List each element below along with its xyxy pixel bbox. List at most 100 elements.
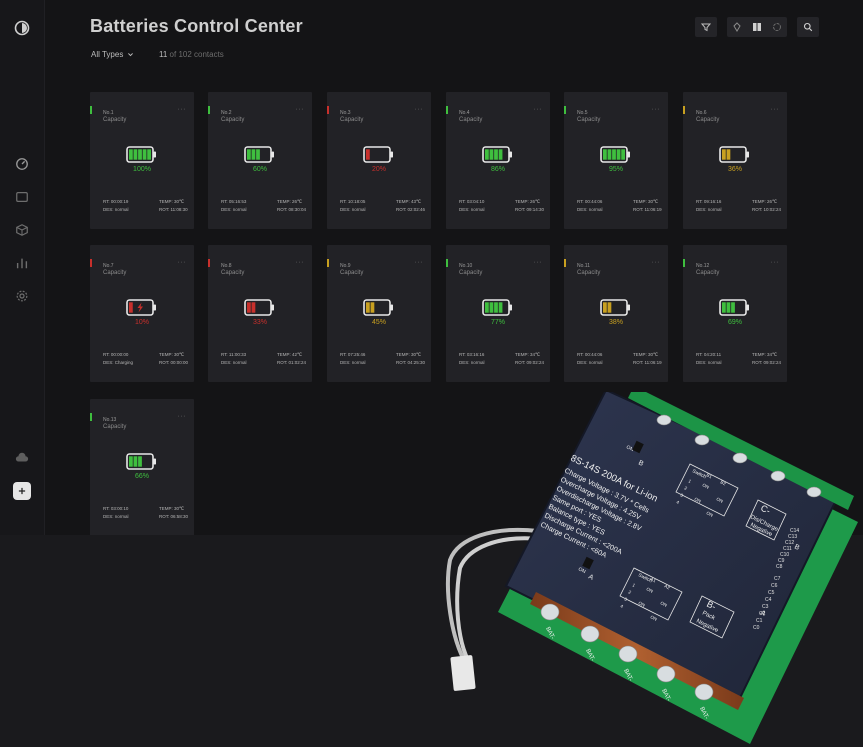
- battery-level-segment: [607, 302, 612, 313]
- filter-icon: [701, 23, 711, 32]
- status-accent: [327, 259, 329, 267]
- temperature-value: TEMP: 43℃: [396, 199, 422, 204]
- capacity-label: Capacity: [340, 117, 364, 123]
- filter-button[interactable]: [695, 17, 717, 37]
- status-row: DES: normal ROT: 04:25:30: [340, 360, 425, 365]
- search-icon: [803, 22, 813, 32]
- runtime-row: RT: 07:25:46 TEMP: 30℃: [340, 352, 421, 357]
- battery-card[interactable]: No.7 Capacity ··· 10% RT: 00:00:00 TEMP: 30℃ D…: [90, 245, 194, 382]
- battery-level-segment: [731, 302, 735, 313]
- battery-terminal: [390, 151, 393, 158]
- battery-card[interactable]: No.4 Capacity ··· 86% RT: 03:04:10 TEMP: 26℃ D…: [446, 92, 550, 229]
- status-row: DES: normal ROT: 11:06:19: [577, 207, 662, 212]
- more-options-icon[interactable]: ···: [296, 106, 305, 113]
- type-filter-dropdown[interactable]: All Types: [91, 50, 134, 59]
- capacity-label: Capacity: [221, 117, 245, 123]
- status-value: DES: normal: [696, 360, 722, 365]
- more-options-icon[interactable]: ···: [178, 106, 187, 113]
- runtime-value: RT: 00:00:00: [103, 352, 129, 357]
- battery-card[interactable]: No.5 Capacity ··· 95% RT: 00:44:06 TEMP: 30℃ D…: [564, 92, 668, 229]
- remaining-time-value: ROT: 08:30:04: [277, 207, 307, 212]
- status-accent: [90, 259, 92, 267]
- battery-number: No.13: [103, 417, 117, 423]
- refresh-icon[interactable]: [772, 22, 782, 32]
- battery-card[interactable]: No.11 Capacity ··· 38% RT: 00:44:06 TEMP: 30℃…: [564, 245, 668, 382]
- more-options-icon[interactable]: ···: [534, 259, 543, 266]
- battery-level-segment: [722, 149, 726, 160]
- battery-number: No.2: [221, 110, 232, 116]
- battery-card[interactable]: No.12 Capacity ··· 69% RT: 04:20:11 TEMP: 34℃…: [683, 245, 787, 382]
- battery-card[interactable]: No.1 Capacity ··· 100% RT: 00:00:19 TEMP: 30℃…: [90, 92, 194, 229]
- battery-card[interactable]: No.2 Capacity ··· 60% RT: 05:16:53 TEMP: 26℃ D…: [208, 92, 312, 229]
- status-value: DES: normal: [696, 207, 722, 212]
- temperature-value: TEMP: 30℃: [396, 352, 422, 357]
- remaining-time-value: ROT: 10:02:24: [752, 207, 782, 212]
- more-options-icon[interactable]: ···: [771, 106, 780, 113]
- settings-icon[interactable]: [12, 286, 32, 306]
- more-options-icon[interactable]: ···: [652, 106, 661, 113]
- battery-icon: [482, 299, 512, 316]
- total-count-text: of 102 contacts: [169, 50, 224, 59]
- runtime-row: RT: 04:20:11 TEMP: 34℃: [696, 352, 777, 357]
- battery-terminal: [271, 304, 274, 311]
- capacity-label: Capacity: [696, 270, 720, 276]
- runtime-value: RT: 03:00:10: [103, 506, 129, 511]
- contacts-count: 11 of 102 contacts: [159, 50, 224, 59]
- runtime-value: RT: 10:18:05: [340, 199, 366, 204]
- status-accent: [90, 413, 92, 421]
- battery-level-segment: [366, 302, 370, 313]
- battery-terminal: [153, 458, 156, 465]
- more-options-icon[interactable]: ···: [178, 259, 187, 266]
- battery-number: No.11: [577, 263, 590, 269]
- runtime-row: RT: 00:44:06 TEMP: 30℃: [577, 199, 658, 204]
- battery-number: No.10: [459, 263, 473, 269]
- status-row: DES: normal ROT: 10:02:24: [696, 207, 781, 212]
- runtime-value: RT: 00:00:19: [103, 199, 129, 204]
- more-options-icon[interactable]: ···: [652, 259, 661, 266]
- capacity-percent: 77%: [490, 319, 505, 326]
- logo-icon[interactable]: [12, 18, 32, 38]
- sidebar: [0, 0, 45, 535]
- cb-pin-label: C6: [771, 583, 778, 589]
- more-options-icon[interactable]: ···: [534, 106, 543, 113]
- battery-card[interactable]: No.6 Capacity ··· 36% RT: 09:16:16 TEMP: 26℃ D…: [683, 92, 787, 229]
- more-options-icon[interactable]: ···: [178, 413, 187, 420]
- capacity-percent: 69%: [727, 319, 742, 326]
- battery-number: No.1: [103, 110, 114, 116]
- battery-level-segment: [603, 302, 607, 313]
- battery-card[interactable]: No.3 Capacity ··· 20% RT: 10:18:05 TEMP: 43℃ D…: [327, 92, 431, 229]
- cloud-icon[interactable]: [12, 448, 32, 468]
- battery-terminal: [271, 151, 274, 158]
- battery-terminal: [390, 304, 393, 311]
- pin-icon[interactable]: [732, 22, 742, 32]
- chart-icon[interactable]: [12, 253, 32, 273]
- temperature-value: TEMP: 30℃: [633, 199, 659, 204]
- runtime-row: RT: 00:00:00 TEMP: 30℃: [103, 352, 184, 357]
- runtime-row: RT: 09:16:16 TEMP: 26℃: [696, 199, 777, 204]
- battery-card[interactable]: No.13 Capacity ··· 66% RT: 03:00:10 TEMP: 30℃…: [90, 399, 194, 535]
- more-options-icon[interactable]: ···: [296, 259, 305, 266]
- search-button[interactable]: [797, 17, 819, 37]
- more-options-icon[interactable]: ···: [415, 106, 424, 113]
- battery-level-segment: [247, 149, 251, 160]
- battery-card[interactable]: No.8 Capacity ··· 33% RT: 11:00:33 TEMP: 42℃ D…: [208, 245, 312, 382]
- more-options-icon[interactable]: ···: [771, 259, 780, 266]
- battery-card[interactable]: No.10 Capacity ··· 77% RT: 03:16:16 TEMP: 34℃…: [446, 245, 550, 382]
- capacity-label: Capacity: [577, 270, 601, 276]
- status-value: DES: normal: [221, 360, 247, 365]
- add-button[interactable]: [13, 482, 31, 500]
- more-options-icon[interactable]: ···: [415, 259, 424, 266]
- cube-icon[interactable]: [12, 220, 32, 240]
- battery-level-segment: [498, 302, 503, 313]
- grid-icon[interactable]: [752, 22, 762, 32]
- temperature-value: TEMP: 30℃: [159, 506, 185, 511]
- card-icon[interactable]: [12, 187, 32, 207]
- remaining-time-value: ROT: 06:58:30: [159, 514, 189, 519]
- dashboard-icon[interactable]: [12, 154, 32, 174]
- status-row: DES: normal ROT: 08:30:04: [221, 207, 306, 212]
- temperature-value: TEMP: 30℃: [159, 352, 185, 357]
- runtime-value: RT: 00:44:06: [577, 352, 603, 357]
- status-accent: [446, 259, 448, 267]
- battery-card[interactable]: No.9 Capacity ··· 45% RT: 07:25:46 TEMP: 30℃ D…: [327, 245, 431, 382]
- status-value: DES: normal: [577, 360, 603, 365]
